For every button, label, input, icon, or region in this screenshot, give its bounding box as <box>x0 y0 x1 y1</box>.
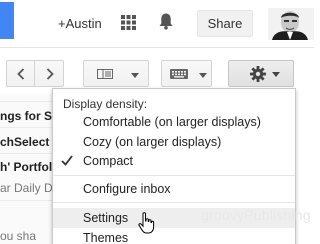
settings-dropdown-menu: Display density: Comfortable (on larger … <box>52 88 311 244</box>
watermark-text: groovyPublishing <box>201 207 311 223</box>
list-item[interactable]: ngs for Sch <box>0 109 56 123</box>
chevron-right-icon <box>46 68 54 80</box>
menu-item-label: Cozy (on larger displays) <box>83 135 222 149</box>
density-cozy-option[interactable]: Cozy (on larger displays) <box>53 132 295 152</box>
checkmark-icon <box>61 155 73 166</box>
menu-divider <box>53 202 295 203</box>
profile-photo-icon <box>268 8 314 40</box>
header-divider <box>0 47 314 48</box>
display-density-heading: Display density: <box>63 97 148 111</box>
menu-item-label: Comfortable (on larger displays) <box>83 115 261 129</box>
list-divider <box>0 127 56 128</box>
menu-divider <box>53 175 295 176</box>
top-bar: +Austin Share <box>0 0 314 46</box>
themes-option[interactable]: Themes <box>53 228 295 244</box>
menu-item-label: Themes <box>83 231 129 244</box>
input-tools-button[interactable] <box>161 60 212 87</box>
hand-pointer-cursor-icon <box>138 212 155 234</box>
menu-item-label: Configure inbox <box>83 182 171 196</box>
chevron-down-icon <box>272 72 280 77</box>
list-item[interactable]: ou sha <box>0 229 56 243</box>
configure-inbox-option[interactable]: Configure inbox <box>53 179 295 199</box>
profile-avatar[interactable] <box>268 8 314 40</box>
list-divider <box>0 200 56 201</box>
density-comfortable-option[interactable]: Comfortable (on larger displays) <box>53 112 295 132</box>
search-button-edge[interactable] <box>0 2 14 39</box>
older-page-button[interactable] <box>6 60 35 87</box>
split-pane-view-icon <box>97 69 113 79</box>
split-pane-toggle-button[interactable] <box>83 60 149 87</box>
list-divider <box>0 101 56 102</box>
list-divider <box>0 153 56 154</box>
list-item[interactable]: chSelect <box>0 135 56 149</box>
list-item[interactable]: ar Daily Di <box>0 181 56 195</box>
notifications-bell-icon[interactable] <box>159 13 173 30</box>
share-button-label: Share <box>207 16 243 31</box>
keyboard-icon <box>170 69 188 79</box>
chevron-down-icon <box>199 73 207 78</box>
gear-icon <box>250 66 266 82</box>
apps-grid-icon[interactable] <box>121 15 136 30</box>
chevron-down-icon <box>131 73 139 78</box>
menu-item-label: Settings <box>83 211 129 225</box>
settings-gear-button[interactable] <box>228 60 294 87</box>
share-button[interactable]: Share <box>197 10 253 37</box>
menu-item-label: Compact <box>83 154 134 168</box>
newer-page-button[interactable] <box>34 60 64 87</box>
user-profile-link[interactable]: +Austin <box>58 16 102 31</box>
chevron-left-icon <box>17 68 25 80</box>
list-item[interactable]: h' Portfol <box>0 160 56 174</box>
density-compact-option[interactable]: Compact <box>53 151 295 171</box>
